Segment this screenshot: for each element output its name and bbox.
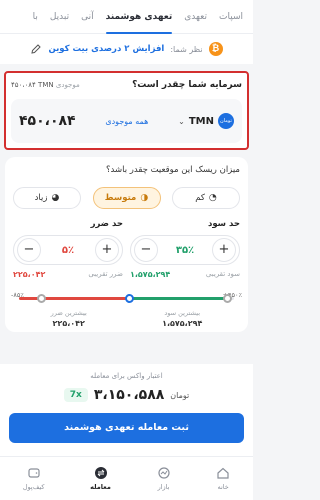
take-profit-stepper: + ۳۵٪ − bbox=[130, 235, 240, 265]
stop-loss-percent[interactable]: ۵٪ bbox=[62, 245, 74, 256]
nav-label: خانه bbox=[217, 483, 229, 491]
profit-range bbox=[130, 297, 228, 300]
max-profit-label: بیشترین سود bbox=[164, 309, 201, 317]
wallet-icon bbox=[28, 468, 40, 478]
risk-card: میزان ریسک این موقعیت چقدر باشد؟ ◔ کم ◑ … bbox=[5, 157, 248, 332]
take-profit-decrease-button[interactable]: − bbox=[134, 238, 158, 262]
opinion-bar: ₿ نظر شما: افزایش ۲ درصدی بیت کوین bbox=[0, 34, 253, 64]
max-loss-value: ۲۲۵،۰۴۲ bbox=[52, 319, 85, 328]
amount-input[interactable]: ۴۵۰،۰۸۴ bbox=[19, 113, 76, 129]
stop-loss: حد ضرر + ۵٪ − ضرر تقریبی ۲۲۵،۰۴۲ bbox=[13, 219, 123, 279]
approx-profit-label: سود تقریبی bbox=[205, 270, 240, 278]
edit-icon[interactable] bbox=[30, 43, 42, 55]
leverage-label: اعتبار واکس برای معامله bbox=[90, 372, 163, 380]
tab-margin[interactable]: تعهدی bbox=[178, 0, 213, 34]
all-balance-button[interactable]: همه موجودی bbox=[105, 117, 148, 126]
toman-icon: تومان bbox=[217, 113, 234, 129]
tab-smart-margin[interactable]: تعهدی هوشمند bbox=[100, 0, 179, 34]
risk-option-label: زیاد bbox=[34, 193, 48, 203]
amount-field[interactable]: تومان TMN ⌄ همه موجودی ۴۵۰،۰۸۴ bbox=[11, 99, 242, 143]
balance-value: ۴۵۰،۰۸۴ TMN bbox=[11, 81, 54, 89]
risk-option-label: کم bbox=[195, 193, 205, 203]
approx-loss-value: ۲۲۵،۰۴۲ bbox=[13, 270, 46, 279]
stop-loss-decrease-button[interactable]: − bbox=[17, 238, 41, 262]
nav-trade[interactable]: معامله bbox=[90, 466, 111, 491]
currency-selector[interactable]: تومان TMN ⌄ bbox=[178, 113, 234, 129]
trade-type-tabs: اسپات تعهدی تعهدی هوشمند آنی تبدیل با bbox=[0, 0, 253, 34]
total-unit: تومان bbox=[170, 390, 190, 400]
current-handle[interactable] bbox=[125, 294, 134, 303]
take-profit: حد سود + ۳۵٪ − سود تقریبی ۱،۵۷۵،۲۹۴ bbox=[130, 219, 240, 279]
total-amount: ۳،۱۵۰،۵۸۸ bbox=[93, 387, 165, 403]
investment-question: سرمایه شما چقدر است؟ bbox=[132, 80, 242, 90]
risk-options: ◔ کم ◑ متوسط ◕ زیاد bbox=[13, 187, 240, 209]
gauge-icon: ◑ bbox=[140, 193, 149, 203]
nav-home[interactable]: خانه bbox=[216, 466, 230, 491]
tab-convert[interactable]: تبدیل bbox=[44, 0, 75, 34]
take-profit-increase-button[interactable]: + bbox=[212, 238, 236, 262]
stop-loss-increase-button[interactable]: + bbox=[95, 238, 119, 262]
opinion-label: نظر شما: bbox=[170, 44, 203, 54]
tab-spot[interactable]: اسپات bbox=[213, 0, 249, 34]
take-profit-title: حد سود bbox=[207, 219, 240, 229]
risk-title: میزان ریسک این موقعیت چقدر باشد؟ bbox=[106, 165, 240, 175]
take-profit-percent[interactable]: ۳۵٪ bbox=[176, 245, 194, 256]
range-slider[interactable]: -۸۵٪ +۴۵۰٪ bbox=[11, 291, 242, 303]
tab-instant[interactable]: آنی bbox=[75, 0, 100, 34]
market-icon bbox=[157, 467, 170, 479]
balance-info: ۴۵۰،۰۸۴ TMN موجودی bbox=[11, 81, 80, 89]
nav-market[interactable]: بازار bbox=[157, 466, 171, 491]
stop-loss-stepper: + ۵٪ − bbox=[13, 235, 123, 265]
balance-label: موجودی bbox=[55, 81, 80, 89]
max-loss-label: بیشترین ضرر bbox=[50, 309, 87, 317]
max-labels: بیشترین ضرر ۲۲۵،۰۴۲ بیشترین سود ۱،۵۷۵،۲۹… bbox=[13, 309, 240, 328]
risk-option-label: متوسط bbox=[104, 193, 137, 203]
tab-more[interactable]: با bbox=[27, 0, 44, 34]
nav-wallet[interactable]: کیف‌پول bbox=[23, 466, 45, 491]
home-icon bbox=[217, 467, 229, 479]
stop-loss-title: حد ضرر bbox=[90, 219, 123, 229]
order-summary: اعتبار واکس برای معامله تومان ۳،۱۵۰،۵۸۸ … bbox=[0, 364, 253, 456]
max-profit-value: ۱،۵۷۵،۲۹۴ bbox=[162, 319, 203, 328]
bottom-nav: خانه بازار معامله کیف‌پول bbox=[0, 456, 253, 500]
stop-loss-handle[interactable] bbox=[37, 294, 46, 303]
risk-option-medium[interactable]: ◑ متوسط bbox=[92, 187, 161, 209]
approx-loss-label: ضرر تقریبی bbox=[88, 270, 123, 278]
submit-order-button[interactable]: ثبت معامله تعهدی هوشمند bbox=[9, 413, 244, 443]
nav-label: معامله bbox=[90, 483, 111, 491]
take-profit-handle[interactable] bbox=[223, 294, 232, 303]
gauge-icon: ◕ bbox=[51, 193, 60, 203]
currency-code: TMN bbox=[188, 115, 214, 127]
trade-icon bbox=[94, 467, 107, 479]
gauge-icon: ◔ bbox=[208, 193, 217, 203]
leverage-badge: 7x bbox=[63, 388, 88, 402]
chevron-down-icon: ⌄ bbox=[178, 116, 185, 126]
loss-range bbox=[19, 297, 130, 300]
risk-option-high[interactable]: ◕ زیاد bbox=[13, 187, 81, 209]
limits-row: حد سود + ۳۵٪ − سود تقریبی ۱،۵۷۵،۲۹۴ حد ض… bbox=[13, 219, 240, 279]
bitcoin-icon: ₿ bbox=[208, 42, 223, 56]
approx-profit-value: ۱،۵۷۵،۲۹۴ bbox=[130, 270, 171, 279]
opinion-value: افزایش ۲ درصدی بیت کوین bbox=[48, 44, 165, 54]
investment-box: سرمایه شما چقدر است؟ ۴۵۰،۰۸۴ TMN موجودی … bbox=[4, 71, 249, 150]
risk-option-low[interactable]: ◔ کم bbox=[172, 187, 240, 209]
nav-label: کیف‌پول bbox=[22, 483, 45, 491]
nav-label: بازار bbox=[157, 483, 170, 491]
